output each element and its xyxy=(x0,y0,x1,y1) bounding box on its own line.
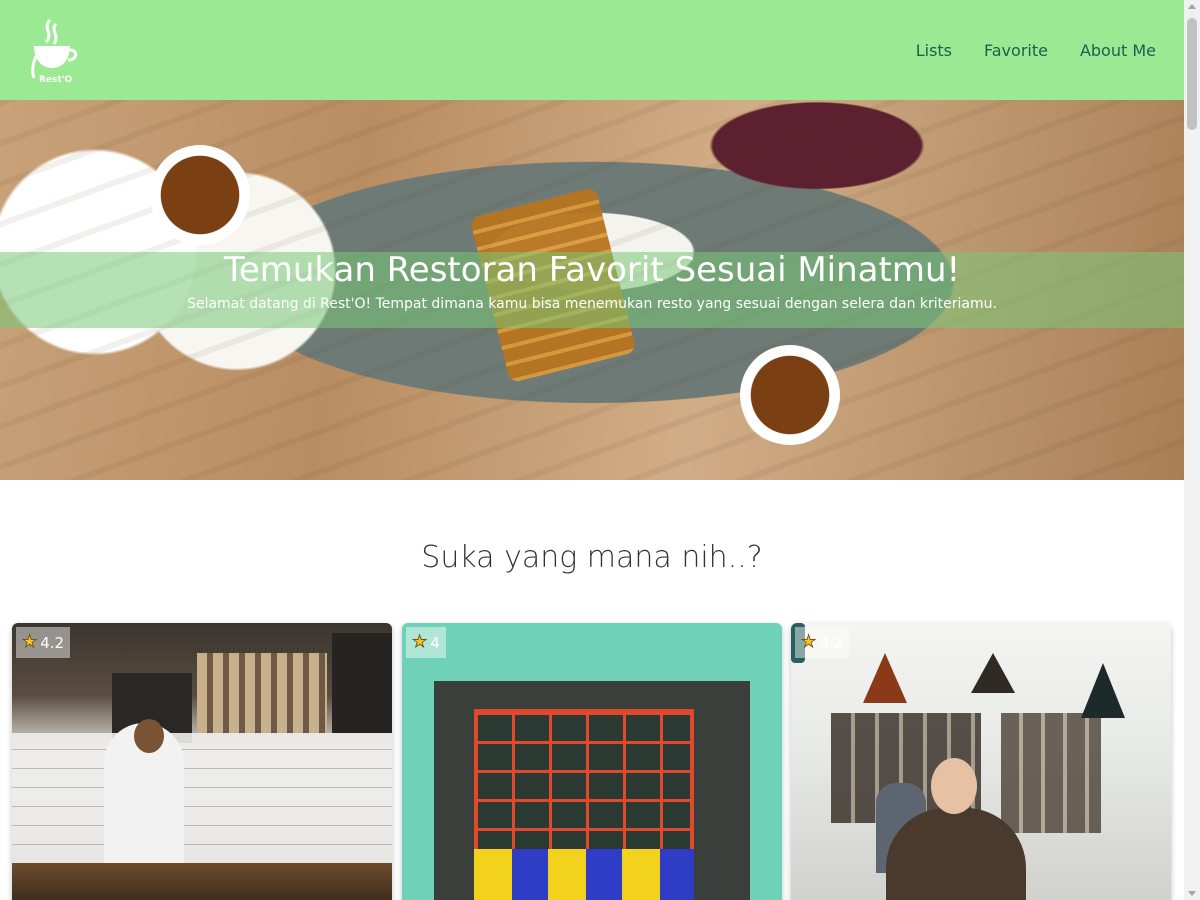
restaurant-card[interactable]: ★ 4.2 xyxy=(791,623,1171,900)
nav-link-lists[interactable]: Lists xyxy=(900,29,968,72)
lamp-image xyxy=(863,653,907,703)
card-image-element xyxy=(12,863,392,900)
scrollbar-thumb[interactable] xyxy=(1187,18,1197,130)
logo-text: Rest'O xyxy=(39,75,72,84)
star-icon: ★ xyxy=(412,632,428,652)
card-image-element xyxy=(12,733,392,863)
lamp-image xyxy=(1081,663,1125,718)
rating-value: 4 xyxy=(430,633,440,652)
main-nav: Lists Favorite About Me xyxy=(900,29,1156,72)
restaurant-list: ★ 4.2 ★ 4 ★ 4.2 xyxy=(12,623,1172,900)
card-image-element xyxy=(197,653,327,733)
card-image-element xyxy=(474,849,694,900)
hero-title: Temukan Restoran Favorit Sesuai Minatmu! xyxy=(223,250,961,290)
restaurant-card[interactable]: ★ 4 xyxy=(402,623,782,900)
resto-logo[interactable]: Rest'O xyxy=(28,16,80,84)
rating-badge: ★ 4 xyxy=(406,627,446,658)
section-title: Suka yang mana nih..? xyxy=(421,540,763,575)
hero-coffee-cup-image xyxy=(150,145,250,245)
rating-value: 4.2 xyxy=(819,633,844,652)
star-icon: ★ xyxy=(801,632,817,652)
nav-link-favorite[interactable]: Favorite xyxy=(968,29,1064,72)
vertical-scrollbar[interactable] xyxy=(1184,0,1200,900)
restaurant-card[interactable]: ★ 4.2 xyxy=(12,623,392,900)
card-image-element xyxy=(332,633,392,733)
card-image-element xyxy=(134,719,164,753)
scroll-up-icon[interactable] xyxy=(1188,4,1196,9)
hero-subtitle: Selamat datang di Rest'O! Tempat dimana … xyxy=(187,296,997,312)
hero-banner: Temukan Restoran Favorit Sesuai Minatmu!… xyxy=(0,100,1184,480)
star-icon: ★ xyxy=(22,632,38,652)
rating-value: 4.2 xyxy=(40,633,65,652)
card-image-element xyxy=(1001,713,1101,833)
card-image-element xyxy=(931,758,977,814)
rating-badge: ★ 4.2 xyxy=(16,627,71,658)
app-header: Rest'O Lists Favorite About Me xyxy=(0,0,1184,100)
hero-coffee-cup-image xyxy=(740,345,840,445)
nav-link-about-me[interactable]: About Me xyxy=(1064,29,1156,72)
card-image-element xyxy=(886,808,1026,900)
lamp-image xyxy=(971,653,1015,693)
rating-badge: ★ 4.2 xyxy=(795,627,850,658)
scroll-down-icon[interactable] xyxy=(1188,891,1196,896)
